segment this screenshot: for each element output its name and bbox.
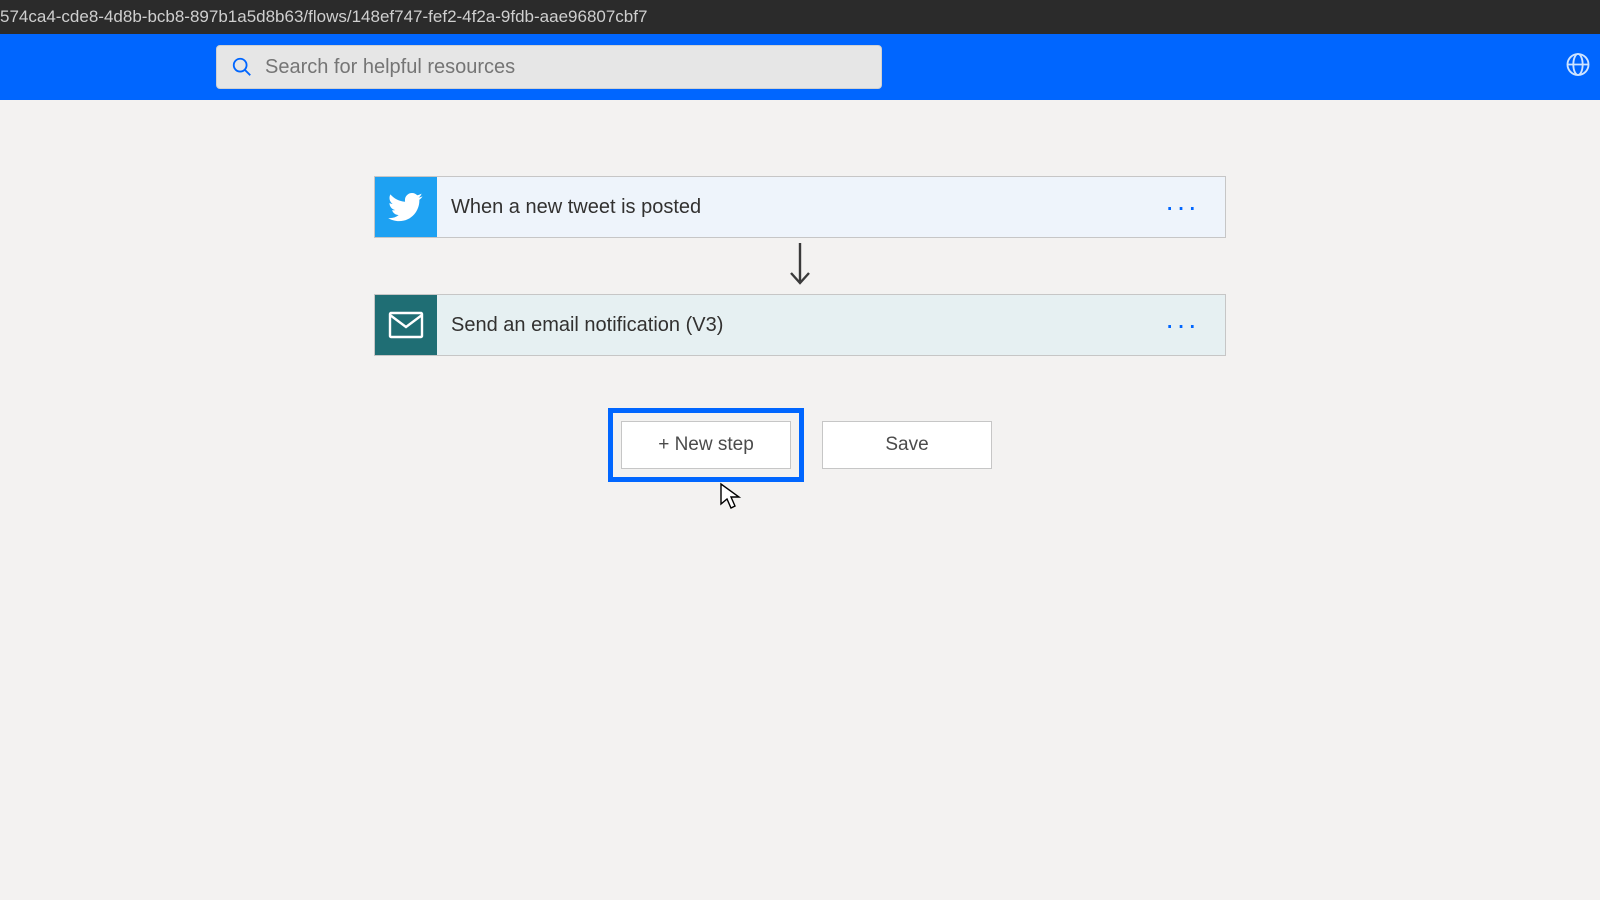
trigger-menu-icon[interactable]: ··· [1157,202,1207,212]
button-row: + New step Save [608,408,992,482]
action-title: Send an email notification (V3) [451,314,1157,337]
trigger-title: When a new tweet is posted [451,196,1157,219]
address-url: 574ca4-cde8-4d8b-bcb8-897b1a5d8b63/flows… [0,7,647,27]
cursor-icon [718,482,744,512]
browser-address-bar[interactable]: 574ca4-cde8-4d8b-bcb8-897b1a5d8b63/flows… [0,0,1600,34]
flow-arrow-icon [787,238,813,294]
search-icon [231,56,253,78]
search-box[interactable] [216,45,882,89]
action-card[interactable]: Send an email notification (V3) ··· [374,294,1226,356]
mail-icon [375,295,437,355]
new-step-label: + New step [658,434,754,456]
action-menu-icon[interactable]: ··· [1157,320,1207,330]
new-step-highlight: + New step [608,408,804,482]
twitter-icon [375,177,437,237]
environment-icon[interactable] [1564,51,1592,84]
search-input[interactable] [265,56,867,79]
save-label: Save [885,434,928,456]
save-button[interactable]: Save [822,421,992,469]
new-step-button[interactable]: + New step [621,421,791,469]
trigger-card[interactable]: When a new tweet is posted ··· [374,176,1226,238]
app-header [0,34,1600,100]
flow-canvas: When a new tweet is posted ··· Send an e… [0,100,1600,482]
